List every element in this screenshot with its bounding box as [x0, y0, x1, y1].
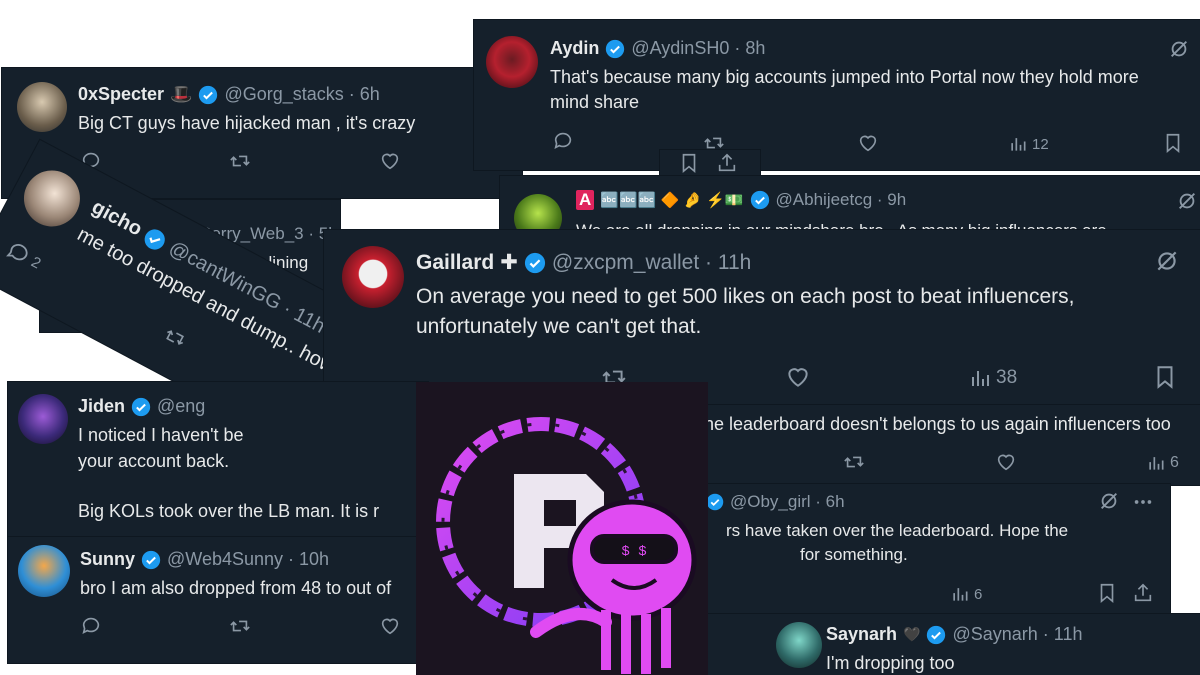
avatar[interactable]	[18, 394, 68, 444]
avatar[interactable]	[776, 622, 822, 668]
tweet-text-line2: unfortunately we can't get that.	[416, 315, 702, 338]
tweet-text-line1: I noticed I haven't be	[78, 425, 244, 445]
views-count[interactable]: 6	[1146, 453, 1179, 473]
verified-icon	[131, 397, 151, 416]
verified-icon	[141, 550, 161, 569]
grok-icon[interactable]	[1098, 490, 1120, 512]
like-icon[interactable]	[378, 615, 402, 637]
grok-icon[interactable]	[1154, 248, 1180, 274]
views-count[interactable]: 6	[950, 584, 982, 604]
tweet-text: Big CT guys have hijacked man , it's cra…	[78, 113, 416, 133]
views-icon	[1149, 457, 1164, 470]
grok-icon[interactable]	[1176, 190, 1198, 212]
share-icon[interactable]	[1132, 582, 1154, 604]
avatar[interactable]	[17, 82, 67, 132]
author-plus: ✚	[500, 251, 518, 274]
avatar[interactable]	[486, 36, 538, 88]
verified-icon	[524, 252, 545, 273]
author-name[interactable]: Sunny	[80, 549, 135, 570]
svg-text:$ $: $ $	[621, 544, 646, 560]
views-icon	[953, 588, 968, 601]
avatar[interactable]	[14, 160, 90, 237]
tweet-text-line3: Big KOLs took over the LB man. It is r	[78, 501, 380, 521]
reply-count[interactable]: 2	[2, 237, 45, 275]
bookmark-icon[interactable]	[1152, 364, 1178, 390]
author-handle[interactable]: @Oby_girl · 6h	[730, 492, 845, 512]
retweet-icon[interactable]	[228, 150, 252, 172]
tweet-card-saynarh[interactable]: Saynarh 🖤 @Saynarh · 11h I'm dropping to…	[706, 614, 1200, 675]
like-icon[interactable]	[378, 150, 402, 172]
tweet-text: bro I am also dropped from 48 to out of	[80, 578, 392, 598]
author-handle[interactable]: @Web4Sunny · 10h	[167, 549, 329, 570]
tweet-text: I'm dropping too	[826, 653, 955, 673]
author-handle[interactable]: @Abhijeetcg · 9h	[776, 190, 907, 210]
tweet-card-abhijeet[interactable]: A 🔤🔤🔤 🔶 🤌 ⚡💵 @Abhijeetcg · 9h We are all…	[500, 176, 1200, 236]
author-emoji: 🔤🔤🔤 🔶 🤌 ⚡💵	[600, 192, 744, 209]
author-name[interactable]: Jiden	[78, 396, 125, 417]
retweet-icon[interactable]	[842, 451, 866, 473]
verified-icon	[199, 85, 218, 104]
action-strip-fragment	[660, 150, 760, 178]
bookmark-icon[interactable]	[1162, 132, 1184, 154]
tweet-card-oby[interactable]: @Oby_girl · 6h rs have taken over the le…	[700, 484, 1170, 614]
tweet-card-gaillard[interactable]: Gaillard ✚ @zxcpm_wallet · 11h On averag…	[324, 230, 1200, 405]
views-icon	[1011, 138, 1026, 151]
tweet-text-line1: On average you need to get 500 likes on …	[416, 285, 1075, 308]
views-icon	[972, 371, 989, 386]
author-name[interactable]: Aydin	[550, 38, 599, 59]
bookmark-icon[interactable]	[1096, 582, 1118, 604]
share-icon[interactable]	[716, 152, 738, 174]
author-name[interactable]: Gaillard	[416, 251, 494, 275]
author-handle[interactable]: @Saynarh · 11h	[952, 624, 1082, 645]
grok-icon[interactable]	[1168, 38, 1190, 60]
tweet-text: he leaderboard doesn't belongs to us aga…	[704, 414, 1171, 434]
author-emoji: 🖤	[903, 626, 921, 642]
verified-icon	[927, 625, 946, 644]
avatar[interactable]	[18, 545, 70, 597]
author-name[interactable]: 0xSpecter	[78, 84, 164, 105]
author-handle[interactable]: @Gorg_stacks · 6h	[224, 84, 379, 105]
tweet-card-sunny[interactable]: Sunny @Web4Sunny · 10h bro I am also dro…	[8, 537, 428, 663]
like-icon[interactable]	[994, 451, 1018, 473]
author-handle[interactable]: @eng	[157, 396, 205, 417]
views-count[interactable]: 38	[968, 366, 1017, 390]
author-emoji: 🎩	[170, 84, 193, 104]
tweet-text-line1: rs have taken over the leaderboard. Hope…	[726, 521, 1069, 540]
author-handle[interactable]: @zxcpm_wallet · 11h	[552, 251, 752, 275]
tweet-text-line2: mind share	[550, 92, 640, 112]
retweet-icon[interactable]	[228, 615, 252, 637]
bookmark-icon[interactable]	[678, 152, 700, 174]
retweet-icon[interactable]	[159, 322, 191, 353]
author-handle[interactable]: @AydinSH0 · 8h	[631, 38, 765, 59]
tweet-text-line2: for something.	[800, 545, 908, 564]
like-icon[interactable]	[856, 132, 880, 154]
tweet-text-line2: your account back.	[78, 451, 230, 471]
tweet-card-aydin[interactable]: Aydin @AydinSH0 · 8h That's because many…	[474, 20, 1200, 170]
verified-icon	[750, 190, 769, 210]
tweet-text-line1: That's because many big accounts jumped …	[550, 67, 1139, 87]
tweet-card-jiden[interactable]: Jiden @eng I noticed I haven't be your a…	[8, 382, 428, 542]
avatar[interactable]	[342, 246, 404, 308]
verified-icon	[706, 493, 724, 511]
portal-logo: $ $	[416, 382, 708, 675]
views-count[interactable]: 12	[1008, 134, 1049, 154]
tweet-card-leaderboard[interactable]: he leaderboard doesn't belongs to us aga…	[700, 405, 1200, 485]
like-icon[interactable]	[784, 364, 812, 390]
reply-icon[interactable]	[80, 615, 102, 637]
more-icon[interactable]	[1132, 492, 1154, 512]
author-name[interactable]: A	[576, 190, 595, 210]
verified-icon	[606, 39, 625, 58]
author-name[interactable]: Saynarh	[826, 624, 897, 645]
portal-logo-art: $ $	[436, 417, 697, 674]
verified-icon	[145, 229, 166, 250]
reply-icon[interactable]	[552, 130, 574, 152]
